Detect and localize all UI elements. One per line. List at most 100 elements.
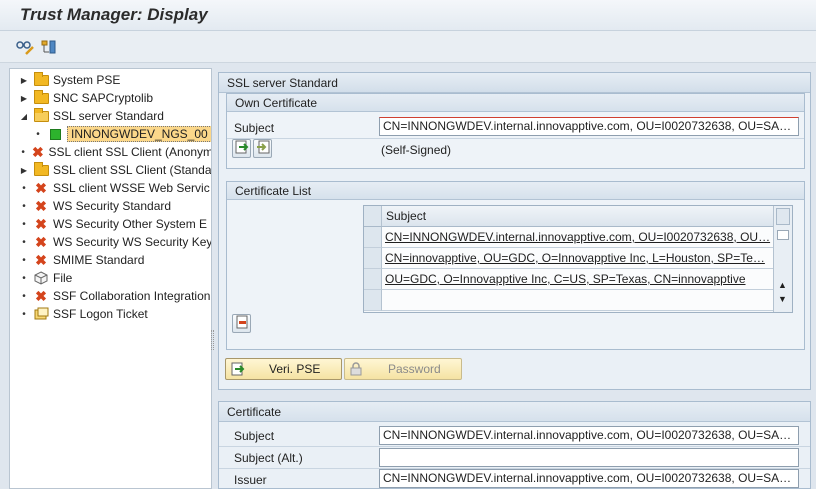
cert-subject-alt-label: Subject (Alt.)	[234, 451, 303, 465]
veri-pse-label: Veri. PSE	[269, 362, 321, 376]
tree-item-label: SSL server Standard	[53, 109, 164, 123]
column-header-subject[interactable]: Subject	[382, 206, 773, 227]
import-icon	[256, 140, 270, 157]
tree-item-label: SSL client WSSE Web Servic	[53, 181, 210, 195]
tree-item-label: File	[53, 271, 73, 285]
table-row[interactable]: CN=INNONGWDEV.internal.innovapptive.com,…	[382, 227, 773, 248]
cert-issuer-label: Issuer	[234, 473, 267, 487]
password-button[interactable]: Password	[344, 358, 462, 380]
tree-item-label: INNONGWDEV_NGS_00	[67, 126, 211, 142]
folder-open-icon	[33, 107, 49, 123]
export-certificate-button[interactable]	[232, 139, 251, 158]
tree-item-label: WS Security WS Security Key	[53, 235, 212, 249]
leaf-bullet-icon: •	[22, 290, 26, 302]
red-x-icon: ✖	[35, 198, 47, 214]
cert-subject-label: Subject	[234, 429, 275, 443]
certificate-table: Subject CN=INNONGWDEV.internal.innovappt…	[363, 205, 793, 313]
tree-item-ssf-collaboration[interactable]: • ✖ SSF Collaboration Integration	[10, 287, 211, 305]
table-row-empty[interactable]	[382, 290, 773, 311]
tree-item-system-pse[interactable]: ▶ System PSE	[10, 71, 211, 89]
tree-item-label: SNC SAPCryptolib	[53, 91, 154, 105]
tree-item-ws-security-other-system[interactable]: • ✖ WS Security Other System E	[10, 215, 211, 233]
collapse-arrow-icon[interactable]: ◢	[19, 112, 29, 121]
title-bar: Trust Manager: Display	[0, 0, 816, 31]
green-square-icon	[47, 127, 63, 141]
red-x-icon: ✖	[35, 216, 47, 232]
tree-item-innongwdev-ngs-00[interactable]: • INNONGWDEV_NGS_00	[10, 125, 211, 143]
scroll-thumb[interactable]	[777, 230, 789, 240]
import-certificate-button[interactable]	[253, 139, 272, 158]
tree-item-snc-sapcryptolib[interactable]: ▶ SNC SAPCryptolib	[10, 89, 211, 107]
cert-subject-alt-field[interactable]	[379, 448, 799, 467]
tree-item-ssl-client-anonymous[interactable]: • ✖ SSL client SSL Client (Anonym	[10, 143, 212, 161]
cert-issuer-field[interactable]: CN=INNONGWDEV.internal.innovapptive.com,…	[379, 469, 799, 488]
tree-item-file[interactable]: • File	[10, 269, 211, 287]
row-selector[interactable]	[364, 248, 382, 269]
own-subject-field[interactable]: CN=INNONGWDEV.internal.innovapptive.com,…	[379, 117, 799, 136]
tree-item-label: SSF Collaboration Integration	[53, 289, 211, 303]
certificate-list-title: Certificate List	[227, 182, 804, 200]
certificate-title: Certificate	[219, 402, 810, 422]
tree-item-ssl-server-standard[interactable]: ◢ SSL server Standard	[10, 107, 211, 125]
expand-arrow-icon[interactable]: ▶	[19, 76, 29, 85]
verify-pse-icon	[229, 361, 247, 377]
divider	[219, 446, 810, 447]
tree-item-label: SSF Logon Ticket	[53, 307, 148, 321]
cert-subject-field[interactable]: CN=INNONGWDEV.internal.innovapptive.com,…	[379, 426, 799, 445]
window-title: Trust Manager: Display	[20, 5, 208, 24]
tree-item-ws-security-key[interactable]: • ✖ WS Security WS Security Key	[10, 233, 212, 251]
own-subject-label: Subject	[234, 121, 275, 135]
self-signed-text: (Self-Signed)	[381, 143, 452, 157]
row-selector[interactable]	[364, 269, 382, 290]
leaf-bullet-icon: •	[22, 308, 26, 320]
pse-tree: ▶ System PSE ▶ SNC SAPCryptolib ◢ SSL se…	[9, 68, 212, 489]
table-select-all[interactable]	[364, 206, 382, 227]
expand-arrow-icon[interactable]: ▶	[19, 166, 29, 175]
glasses-pencil-icon[interactable]	[15, 38, 35, 56]
veri-pse-button[interactable]: Veri. PSE	[225, 358, 342, 380]
table-cell-subject[interactable]: CN=INNONGWDEV.internal.innovapptive.com,…	[385, 230, 770, 244]
tree-item-ssf-logon-ticket[interactable]: • SSF Logon Ticket	[10, 305, 211, 323]
table-vertical-scrollbar[interactable]: ▲ ▼	[773, 206, 792, 312]
password-label: Password	[388, 362, 441, 376]
row-selector[interactable]	[364, 227, 382, 248]
scroll-up-arrow-icon[interactable]: ▲	[778, 280, 787, 290]
remove-certificate-button[interactable]	[232, 314, 251, 333]
tree-item-label: SSL client SSL Client (Anonym	[48, 145, 212, 159]
tree-item-label: System PSE	[53, 73, 121, 87]
folder-icon	[33, 89, 49, 105]
expand-arrow-icon[interactable]: ▶	[19, 94, 29, 103]
cube-icon	[33, 271, 49, 285]
table-cell-subject[interactable]: CN=innovapptive, OU=GDC, O=Innovapptive …	[385, 251, 765, 265]
table-row[interactable]: CN=innovapptive, OU=GDC, O=Innovapptive …	[382, 248, 773, 269]
leaf-bullet-icon: •	[22, 236, 26, 248]
pane-splitter[interactable]	[211, 330, 214, 350]
column-settings-icon[interactable]	[776, 208, 790, 225]
own-certificate-title: Own Certificate	[227, 94, 804, 112]
tree-item-label: SSL client SSL Client (Standa	[53, 163, 212, 177]
lock-icon	[348, 361, 364, 377]
scroll-down-arrow-icon[interactable]: ▼	[778, 294, 787, 304]
row-selector[interactable]	[364, 290, 382, 311]
divider	[227, 138, 804, 139]
leaf-bullet-icon: •	[22, 254, 26, 266]
leaf-bullet-icon: •	[22, 182, 26, 194]
leaf-bullet-icon: •	[36, 128, 40, 140]
application-toolbar	[0, 31, 816, 63]
tree-item-ws-security-standard[interactable]: • ✖ WS Security Standard	[10, 197, 211, 215]
tree-item-ssl-client-standard[interactable]: ▶ SSL client SSL Client (Standa	[10, 161, 212, 179]
remove-certificate-icon	[235, 315, 249, 332]
tree-item-smime-standard[interactable]: • ✖ SMIME Standard	[10, 251, 211, 269]
red-x-icon: ✖	[31, 144, 44, 160]
red-x-icon: ✖	[35, 288, 47, 304]
folder-icon	[33, 71, 49, 87]
table-row[interactable]: OU=GDC, O=Innovapptive Inc, C=US, SP=Tex…	[382, 269, 773, 290]
leaf-bullet-icon: •	[22, 272, 26, 284]
tree-item-label: WS Security Other System E	[53, 217, 208, 231]
tree-item-label: SMIME Standard	[53, 253, 145, 267]
tree-item-ssl-client-wsse[interactable]: • ✖ SSL client WSSE Web Servic	[10, 179, 211, 197]
tree-item-label: WS Security Standard	[53, 199, 172, 213]
tree-overview-icon[interactable]	[39, 38, 59, 56]
red-x-icon: ✖	[35, 234, 47, 250]
table-cell-subject[interactable]: OU=GDC, O=Innovapptive Inc, C=US, SP=Tex…	[385, 272, 746, 286]
